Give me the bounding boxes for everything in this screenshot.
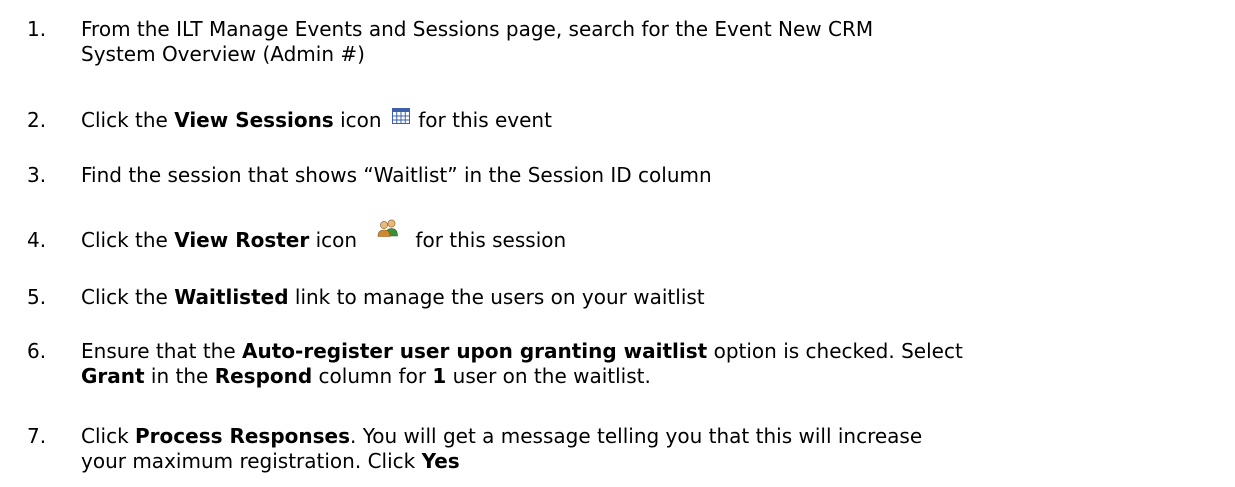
step-text-part: user on the waitlist. [446,364,651,388]
step-number: 7. [27,424,47,448]
step-text: Click Process Responses. You will get a … [81,424,1221,474]
step-number: 2. [27,108,47,132]
ui-term-process-responses: Process Responses [135,424,351,448]
step-text-part: Click the [81,228,175,252]
step-text-part: in the [144,364,215,388]
step-text-part: for this session [415,228,567,252]
ui-term-respond: Respond [214,364,313,388]
ui-term-count: 1 [432,364,447,388]
step-text: Find the session that shows “Waitlist” i… [81,163,712,187]
step-text-part: for this event [411,108,552,132]
step-text-part: Click [81,424,136,448]
step-text: From the ILT Manage Events and Sessions … [81,17,1221,67]
step-text-part: your maximum registration. Click [81,449,422,473]
ui-term-yes: Yes [421,449,460,473]
calendar-grid-icon [391,107,410,124]
step-text-part: icon [333,108,382,132]
users-group-icon [378,219,399,237]
step-number: 6. [27,339,47,363]
step-line: your maximum registration. Click Yes [81,449,1221,474]
step-text: Click the View Sessions icon for this ev… [81,107,1221,133]
step-text-part: . You will get a message telling you tha… [350,424,923,448]
step-number: 5. [27,285,47,309]
step-line: System Overview (Admin #) [81,42,365,66]
step-text: Click the Waitlisted link to manage the … [81,285,1221,310]
ui-term-waitlisted: Waitlisted [174,285,289,309]
instruction-steps-list: 1. From the ILT Manage Events and Sessio… [0,0,1235,487]
step-text: Click the View Roster icon for this sess… [81,219,1221,253]
step-text-part: Click the [81,285,175,309]
step-text-part: Ensure that the [81,339,243,363]
step-number: 3. [27,163,47,187]
step-number: 4. [27,228,47,252]
step-text-part: option is checked. Select [707,339,963,363]
step-text-part: icon [309,228,358,252]
step-line: From the ILT Manage Events and Sessions … [81,17,874,41]
ui-term-auto-register: Auto-register user upon granting waitlis… [242,339,708,363]
step-line: Grant in the Respond column for 1 user o… [81,364,1221,389]
step-text: Ensure that the Auto-register user upon … [81,339,1221,389]
ui-term-view-sessions: View Sessions [174,108,334,132]
step-text-part: link to manage the users on your waitlis… [288,285,705,309]
ui-term-grant: Grant [81,364,145,388]
ui-term-view-roster: View Roster [174,228,310,252]
step-number: 1. [27,17,47,41]
step-line: Ensure that the Auto-register user upon … [81,339,1221,364]
step-text-part: column for [312,364,433,388]
step-line: Click Process Responses. You will get a … [81,424,1221,449]
step-text-part: Click the [81,108,175,132]
